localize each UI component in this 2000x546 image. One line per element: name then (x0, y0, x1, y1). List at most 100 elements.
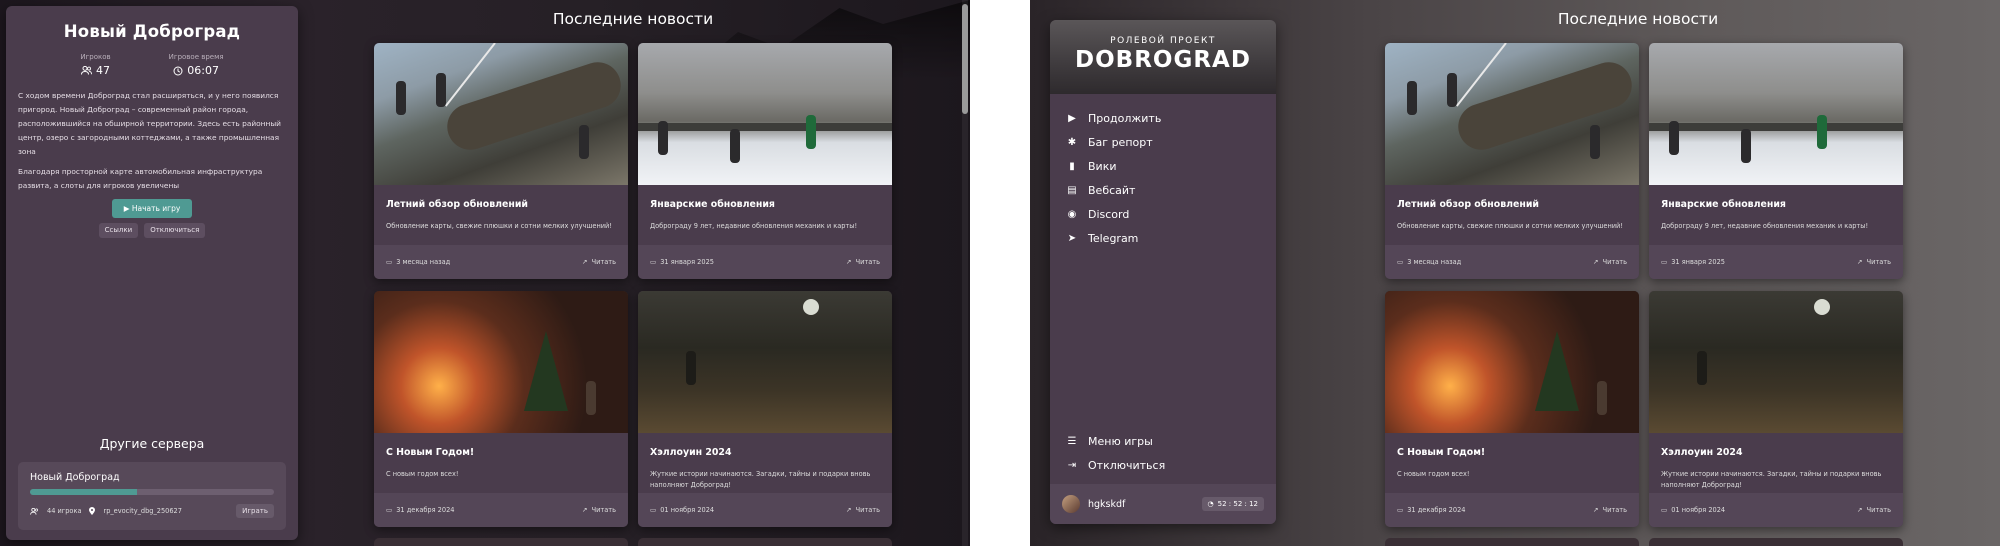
menu-item-continue[interactable]: ▶ Продолжить (1066, 106, 1260, 130)
news-card-peek (1649, 538, 1903, 546)
news-date-group: ▭ 01 ноября 2024 (1661, 506, 1725, 514)
links-button[interactable]: Ссылки (98, 223, 139, 238)
character-figure (806, 115, 816, 149)
read-label: Читать (591, 258, 616, 266)
stat-label: Игровое время (168, 53, 224, 61)
menu-item-wiki[interactable]: ▮ Вики (1066, 154, 1260, 178)
server-info-panel: Новый Доброград Игроков 47 Игровое время… (6, 6, 298, 540)
menu-item-website[interactable]: ▤ Вебсайт (1066, 178, 1260, 202)
scrollbar-thumb[interactable] (962, 4, 968, 114)
news-footer: ▭ 01 ноября 2024 ↗ Читать (638, 493, 892, 527)
read-link[interactable]: ↗ Читать (1593, 258, 1627, 266)
tree-branch (1452, 56, 1638, 156)
menu-bottom-list: ☰ Меню игры ⇥ Отключиться (1066, 429, 1260, 477)
character-figure (730, 129, 740, 163)
character-figure (1817, 115, 1827, 149)
news-footer: ▭ 3 месяца назад ↗ Читать (1385, 245, 1639, 279)
news-text: Жуткие истории начинаются. Загадки, тайн… (650, 470, 871, 489)
menu-item-bug-report[interactable]: ✱ Баг репорт (1066, 130, 1260, 154)
news-text: Обновление карты, свежие плюшки и сотни … (1397, 222, 1623, 230)
menu-label: Отключиться (1088, 458, 1166, 472)
menu-label: Вики (1088, 159, 1117, 173)
menu-label: Баг репорт (1088, 135, 1153, 149)
start-game-button[interactable]: ▶ Начать игру (112, 199, 192, 218)
read-label: Читать (591, 506, 616, 514)
external-link-icon: ↗ (1857, 258, 1863, 266)
read-label: Читать (855, 258, 880, 266)
menu-item-disconnect[interactable]: ⇥ Отключиться (1066, 453, 1260, 477)
people-icon (30, 507, 38, 515)
start-game-label: Начать игру (131, 204, 181, 213)
external-link-icon: ↗ (1593, 258, 1599, 266)
external-link-icon: ↗ (846, 258, 852, 266)
character-figure (436, 73, 446, 107)
server-stats: Игроков 47 Игровое время 06:07 (18, 53, 286, 77)
news-card[interactable]: Хэллоуин 2024 Жуткие истории начинаются.… (638, 291, 892, 527)
read-link[interactable]: ↗ Читать (846, 258, 880, 266)
news-image (1385, 43, 1639, 185)
read-link[interactable]: ↗ Читать (1593, 506, 1627, 514)
avatar[interactable] (1062, 495, 1080, 513)
other-server-map: rp_evocity_dbg_250627 (103, 507, 182, 515)
news-date: 31 января 2025 (1671, 258, 1725, 266)
game-time: 06:07 (187, 64, 219, 77)
external-link-icon: ↗ (1857, 506, 1863, 514)
menu-list: ▶ Продолжить ✱ Баг репорт ▮ Вики ▤ Вебсайт ◉… (1050, 94, 1276, 250)
server-title: Новый Доброград (63, 22, 241, 41)
read-link[interactable]: ↗ Читать (1857, 506, 1891, 514)
dobrograd-logo: РОЛЕВОЙ ПРОЕКТ DOBROGRAD (1050, 20, 1276, 94)
news-date: 31 декабря 2024 (396, 506, 455, 514)
moon (803, 299, 819, 315)
calendar-icon: ▭ (1397, 258, 1404, 266)
server-load-bar (30, 489, 274, 495)
disconnect-button[interactable]: Отключиться (144, 223, 206, 238)
news-heading: Последние новости (1557, 10, 1719, 28)
fence (1649, 123, 1903, 131)
news-card[interactable]: Январские обновления Доброграду 9 лет, н… (638, 43, 892, 279)
menu-item-telegram[interactable]: ➤ Telegram (1066, 226, 1260, 250)
news-title: С Новым Годом! (1397, 447, 1486, 458)
news-date: 31 декабря 2024 (1407, 506, 1466, 514)
news-date: 01 ноября 2024 (660, 506, 715, 514)
description-paragraph: Благодаря просторной карте автомобильная… (18, 167, 263, 190)
play-icon: ▶ (1068, 112, 1076, 124)
play-server-button[interactable]: Играть (236, 504, 274, 518)
read-label: Читать (1602, 258, 1627, 266)
players-count: 47 (96, 64, 111, 77)
news-card[interactable]: Хэллоуин 2024 Жуткие истории начинаются.… (1649, 291, 1903, 527)
calendar-icon: ▭ (1397, 506, 1404, 514)
news-card[interactable]: С Новым Годом! С новым годом всех! ▭ 31 д… (1385, 291, 1639, 527)
news-date-group: ▭ 31 декабря 2024 (1397, 506, 1465, 514)
christmas-tree (524, 331, 568, 411)
menu-item-discord[interactable]: ◉ Discord (1066, 202, 1260, 226)
bug-icon: ✱ (1067, 136, 1077, 148)
read-link[interactable]: ↗ Читать (582, 258, 616, 266)
menu-label: Меню игры (1088, 434, 1153, 448)
news-card[interactable]: Летний обзор обновлений Обновление карты… (1385, 43, 1639, 279)
menu-label: Продолжить (1088, 111, 1162, 125)
character-figure (1669, 121, 1679, 155)
scrollbar[interactable] (962, 0, 968, 546)
read-link[interactable]: ↗ Читать (846, 506, 880, 514)
read-link[interactable]: ↗ Читать (1857, 258, 1891, 266)
read-link[interactable]: ↗ Читать (582, 506, 616, 514)
stat-value-row: 06:07 (169, 64, 224, 77)
other-server-card[interactable]: Новый Доброград 44 игрока rp_evocity_dbg… (18, 462, 286, 530)
play-icon: ▶ (123, 204, 130, 213)
news-footer: ▭ 31 декабря 2024 ↗ Читать (374, 493, 628, 527)
news-image (1385, 291, 1639, 433)
news-card[interactable]: Январские обновления Доброграду 9 лет, н… (1649, 43, 1903, 279)
news-card[interactable]: Летний обзор обновлений Обновление карты… (374, 43, 628, 279)
logo-title: DOBROGRAD (1075, 47, 1251, 73)
read-label: Читать (1866, 506, 1891, 514)
news-card[interactable]: С Новым Годом! С новым годом всех! ▭ 31 д… (374, 291, 628, 527)
list-icon: ☰ (1067, 435, 1077, 447)
session-time: 52 : 52 : 12 (1217, 500, 1258, 508)
news-date-group: ▭ 31 января 2025 (650, 258, 714, 266)
menu-item-game-menu[interactable]: ☰ Меню игры (1066, 429, 1260, 453)
news-image (1649, 291, 1903, 433)
description-paragraph: С ходом времени Доброград стал расширять… (18, 91, 281, 156)
news-text: С новым годом всех! (1397, 470, 1470, 478)
news-text: С новым годом всех! (386, 470, 459, 478)
news-date: 3 месяца назад (1407, 258, 1462, 266)
